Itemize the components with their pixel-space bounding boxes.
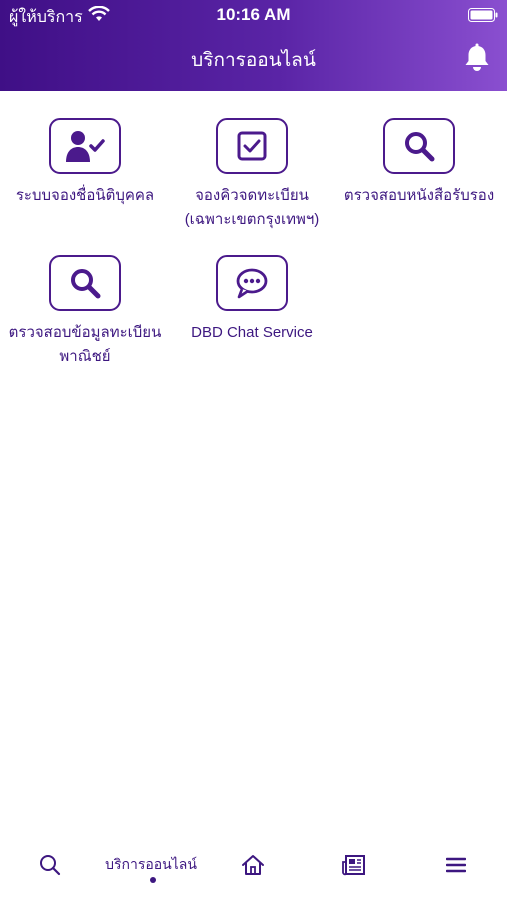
service-label: ตรวจสอบข้อมูลทะเบียนพาณิชย์	[8, 324, 162, 365]
tab-online-services[interactable]: บริการออนไลน์	[101, 840, 201, 890]
clock: 10:16 AM	[216, 5, 291, 24]
bell-icon[interactable]	[463, 43, 491, 73]
bottom-tab-bar: บริการออนไลน์	[0, 840, 507, 900]
service-tile[interactable]	[216, 255, 288, 311]
search-icon	[71, 269, 101, 299]
status-bar: ผู้ให้บริการ 10:16 AM	[0, 0, 507, 30]
battery-icon	[468, 8, 498, 22]
tab-menu[interactable]	[406, 840, 506, 890]
service-label: จองคิวจดทะเบียน (เฉพาะเขตกรุงเทพฯ)	[184, 187, 320, 228]
search-icon	[40, 855, 61, 876]
page-title: บริการออนไลน์	[191, 50, 316, 71]
tab-search[interactable]	[0, 840, 100, 890]
search-icon	[405, 132, 435, 162]
service-check-commercial-registration[interactable]: ตรวจสอบข้อมูลทะเบียนพาณิชย์	[0, 255, 170, 369]
service-tile[interactable]	[216, 118, 288, 174]
user-check-icon	[66, 131, 105, 162]
tab-news[interactable]	[304, 840, 404, 890]
service-label: ระบบจองชื่อนิติบุคคล	[15, 187, 155, 204]
service-queue-booking[interactable]: จองคิวจดทะเบียน (เฉพาะเขตกรุงเทพฯ)	[168, 118, 336, 232]
service-tile[interactable]	[383, 118, 455, 174]
service-label: DBD Chat Service	[191, 324, 313, 341]
tab-online-services-label: บริการออนไลน์	[105, 856, 197, 872]
header: ผู้ให้บริการ 10:16 AM บริการออนไลน์	[0, 0, 507, 91]
checkbox-icon	[237, 131, 267, 161]
tab-home[interactable]	[203, 840, 303, 890]
service-tile[interactable]	[49, 118, 121, 174]
chat-icon	[236, 268, 268, 299]
home-icon	[242, 855, 264, 875]
active-tab-indicator	[150, 877, 156, 883]
service-check-certificate[interactable]: ตรวจสอบหนังสือรับรอง	[335, 118, 503, 208]
service-tile[interactable]	[49, 255, 121, 311]
service-label: ตรวจสอบหนังสือรับรอง	[343, 187, 495, 204]
service-name-reservation[interactable]: ระบบจองชื่อนิติบุคคล	[0, 118, 170, 208]
menu-icon	[446, 857, 466, 873]
news-icon	[342, 855, 365, 876]
service-dbd-chat[interactable]: DBD Chat Service	[168, 255, 336, 345]
